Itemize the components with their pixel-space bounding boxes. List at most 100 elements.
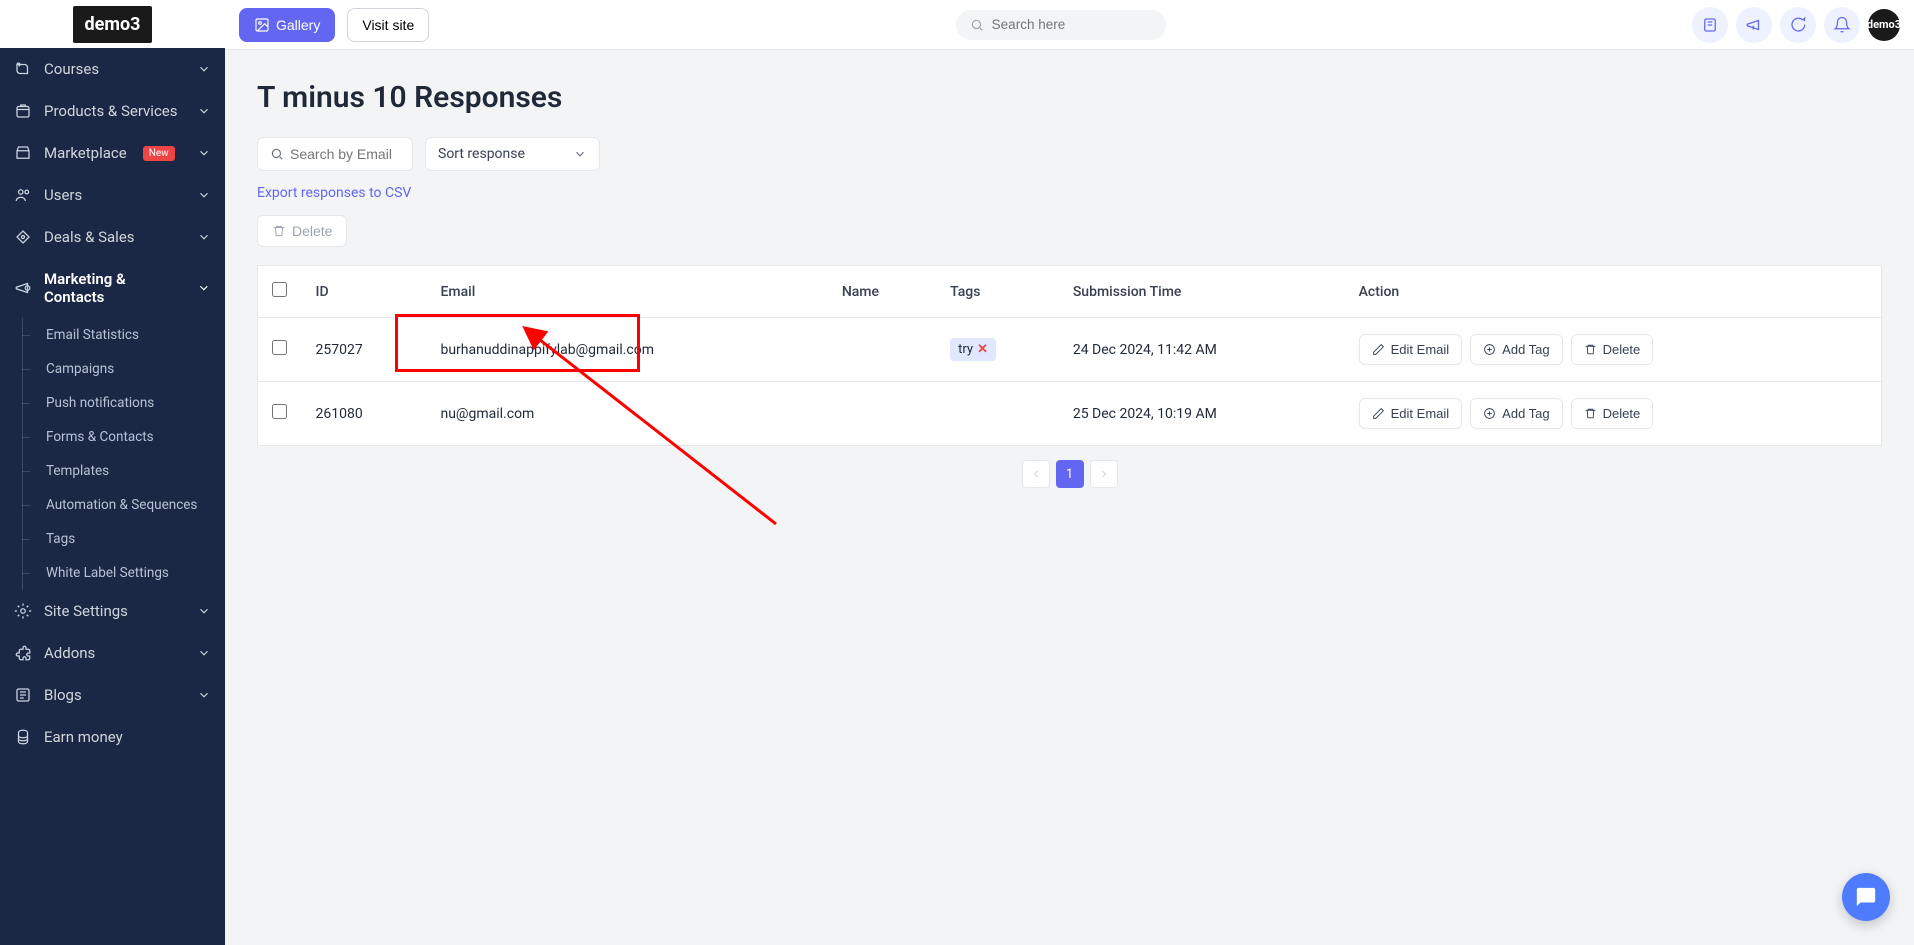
products-icon [14, 102, 32, 120]
sidebar-sub-item[interactable]: Tags [30, 522, 225, 556]
sidebar-item-users[interactable]: Users [0, 174, 225, 216]
edit-icon [1372, 407, 1385, 420]
page-prev[interactable] [1022, 460, 1050, 488]
bell-icon-button[interactable] [1824, 7, 1860, 43]
page-1[interactable]: 1 [1056, 460, 1084, 488]
delete-row-button[interactable]: Delete [1571, 398, 1654, 429]
sidebar-sub-item[interactable]: Automation & Sequences [30, 488, 225, 522]
chat-bubble-icon [1855, 886, 1877, 908]
sidebar-item-label: Addons [44, 644, 95, 662]
sidebar-sub-item[interactable]: Email Statistics [30, 318, 225, 352]
megaphone-icon [1745, 16, 1763, 34]
trash-icon [1584, 343, 1597, 356]
chevron-down-icon [197, 62, 211, 76]
logo-box: demo3 [0, 0, 225, 48]
sidebar-sub-item[interactable]: Templates [30, 454, 225, 488]
sidebar-item-label: Courses [44, 60, 99, 78]
gallery-button[interactable]: Gallery [239, 8, 335, 42]
cell-time: 24 Dec 2024, 11:42 AM [1059, 318, 1345, 382]
sidebar-sub-item[interactable]: Campaigns [30, 352, 225, 386]
col-email: Email [426, 266, 827, 318]
global-search[interactable] [956, 10, 1166, 40]
avatar[interactable]: demo3 [1868, 9, 1900, 41]
col-tags: Tags [936, 266, 1059, 318]
page-next[interactable] [1090, 460, 1118, 488]
chevron-down-icon [197, 104, 211, 118]
sidebar-sub-item[interactable]: Push notifications [30, 386, 225, 420]
feedback-icon-button[interactable] [1692, 7, 1728, 43]
cell-email: nu@gmail.com [426, 382, 827, 446]
chevron-down-icon [573, 147, 587, 161]
sidebar: demo3 Courses Products & Services Market… [0, 0, 225, 945]
addons-icon [14, 644, 32, 662]
sidebar-item-products[interactable]: Products & Services [0, 90, 225, 132]
sidebar-item-marketplace[interactable]: Marketplace New [0, 132, 225, 174]
chat-icon-button[interactable] [1780, 7, 1816, 43]
sidebar-item-label: Earn money [44, 728, 123, 746]
row-checkbox[interactable] [272, 404, 287, 419]
edit-email-button[interactable]: Edit Email [1359, 334, 1463, 365]
add-tag-button[interactable]: Add Tag [1470, 398, 1562, 429]
announce-icon-button[interactable] [1736, 7, 1772, 43]
plus-circle-icon [1483, 343, 1496, 356]
responses-table: ID Email Name Tags Submission Time Actio… [257, 265, 1882, 446]
sidebar-item-marketing[interactable]: Marketing & Contacts [0, 258, 225, 318]
bell-icon [1833, 16, 1851, 34]
visit-site-button[interactable]: Visit site [347, 8, 429, 42]
col-action: Action [1345, 266, 1882, 318]
select-all-checkbox[interactable] [272, 282, 287, 297]
header: Gallery Visit site demo3 [225, 0, 1914, 50]
chevron-down-icon [197, 646, 211, 660]
search-by-email-input[interactable] [290, 146, 400, 162]
sidebar-item-blogs[interactable]: Blogs [0, 674, 225, 716]
chevron-down-icon [197, 688, 211, 702]
blogs-icon [14, 686, 32, 704]
cell-id: 261080 [302, 382, 427, 446]
gallery-icon [254, 17, 270, 33]
sidebar-item-deals[interactable]: Deals & Sales [0, 216, 225, 258]
sidebar-item-label: Users [44, 186, 82, 204]
chevron-down-icon [197, 146, 211, 160]
earn-icon [14, 728, 32, 746]
page-title: T minus 10 Responses [257, 80, 1882, 115]
plus-circle-icon [1483, 407, 1496, 420]
cell-time: 25 Dec 2024, 10:19 AM [1059, 382, 1345, 446]
marketplace-icon [14, 144, 32, 162]
cell-email: burhanuddinappifylab@gmail.com [426, 318, 827, 382]
tag-remove[interactable]: ✕ [977, 342, 988, 357]
courses-icon [14, 60, 32, 78]
feedback-icon [1701, 16, 1719, 34]
col-time: Submission Time [1059, 266, 1345, 318]
global-search-input[interactable] [992, 17, 1152, 32]
chevron-down-icon [197, 604, 211, 618]
delete-row-button[interactable]: Delete [1571, 334, 1654, 365]
export-csv-link[interactable]: Export responses to CSV [257, 185, 411, 201]
sidebar-sub-item[interactable]: Forms & Contacts [30, 420, 225, 454]
edit-icon [1372, 343, 1385, 356]
sidebar-item-courses[interactable]: Courses [0, 48, 225, 90]
sidebar-item-label: Blogs [44, 686, 82, 704]
sidebar-item-earn[interactable]: Earn money [0, 716, 225, 758]
edit-email-button[interactable]: Edit Email [1359, 398, 1463, 429]
add-tag-button[interactable]: Add Tag [1470, 334, 1562, 365]
cell-id: 257027 [302, 318, 427, 382]
sidebar-item-settings[interactable]: Site Settings [0, 590, 225, 632]
trash-icon [1584, 407, 1597, 420]
search-by-email[interactable] [257, 137, 413, 171]
deals-icon [14, 228, 32, 246]
chat-fab[interactable] [1842, 873, 1890, 921]
trash-icon [272, 224, 286, 238]
chevron-down-icon [197, 188, 211, 202]
users-icon [14, 186, 32, 204]
sidebar-item-addons[interactable]: Addons [0, 632, 225, 674]
marketing-icon [14, 279, 32, 297]
logo: demo3 [73, 6, 153, 43]
chevron-down-icon [197, 281, 211, 295]
row-checkbox[interactable] [272, 340, 287, 355]
sidebar-sub-item[interactable]: White Label Settings [30, 556, 225, 590]
sort-select[interactable]: Sort response [425, 137, 600, 171]
cell-tags [936, 382, 1059, 446]
chevron-down-icon [197, 230, 211, 244]
cell-name [828, 382, 936, 446]
bulk-delete-button[interactable]: Delete [257, 215, 347, 247]
